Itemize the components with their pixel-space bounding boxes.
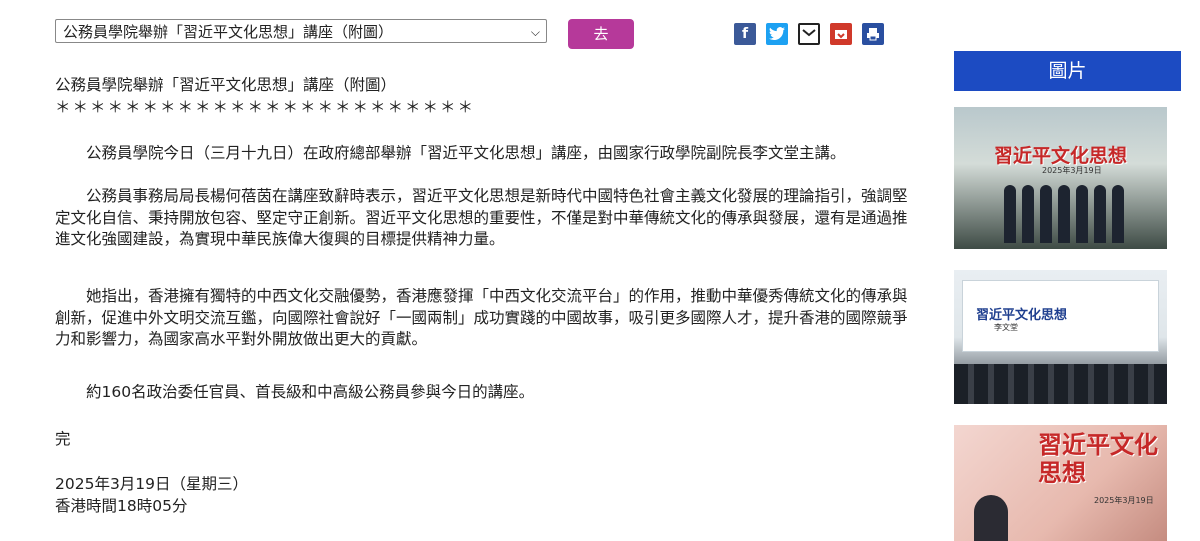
photo-3-speaker <box>974 495 1008 541</box>
top-toolbar: 公務員學院舉辦「習近平文化思想」講座（附圖） ⌵ 去 f <box>55 19 885 51</box>
photo-1-banner-title: 習近平文化思想 <box>994 145 1128 167</box>
chevron-down-icon: ⌵ <box>530 25 540 39</box>
article-body: 公務員學院舉辦「習近平文化思想」講座（附圖） ＊＊＊＊＊＊＊＊＊＊＊＊＊＊＊＊＊… <box>55 75 915 515</box>
release-time: 香港時間18時05分 <box>55 497 188 515</box>
photo-3-banner-date: 2025年3月19日 <box>1094 496 1154 505</box>
paragraph-3: 她指出，香港擁有獨特的中西文化交融優勢，香港應發揮「中西文化交流平台」的作用，推… <box>55 287 908 348</box>
select-value: 公務員學院舉辦「習近平文化思想」講座（附圖） <box>63 23 394 41</box>
photo-thumbnail-3[interactable]: 習近平文化思想 2025年3月19日 <box>954 425 1167 541</box>
end-mark: 完 <box>55 430 71 448</box>
photos-heading: 圖片 <box>954 51 1181 91</box>
photo-thumbnail-1[interactable]: 習近平文化思想 2025年3月19日 <box>954 107 1167 249</box>
facebook-icon[interactable]: f <box>734 23 756 45</box>
article-title: 公務員學院舉辦「習近平文化思想」講座（附圖） <box>55 76 397 94</box>
photo-1-group <box>1004 185 1124 243</box>
go-button[interactable]: 去 <box>568 19 634 49</box>
release-date: 2025年3月19日（星期三） <box>55 475 249 493</box>
share-bar: f <box>734 23 884 47</box>
photo-3-banner-title: 習近平文化思想 <box>1038 430 1158 487</box>
print-icon[interactable] <box>862 23 884 45</box>
photo-1-banner-date: 2025年3月19日 <box>1042 166 1102 175</box>
paragraph-1: 公務員學院今日（三月十九日）在政府總部舉辦「習近平文化思想」講座，由國家行政學院… <box>86 144 846 162</box>
weibo-icon[interactable] <box>830 23 852 45</box>
title-separator: ＊＊＊＊＊＊＊＊＊＊＊＊＊＊＊＊＊＊＊＊＊＊＊＊ <box>55 97 476 116</box>
photo-2-audience <box>954 364 1167 404</box>
press-release-select[interactable]: 公務員學院舉辦「習近平文化思想」講座（附圖） ⌵ <box>55 19 547 43</box>
photo-thumbnail-2[interactable]: 習近平文化思想 李文堂 <box>954 270 1167 404</box>
email-icon[interactable] <box>798 23 820 45</box>
photo-2-screen-title: 習近平文化思想 <box>976 308 1068 323</box>
photo-2-speaker: 李文堂 <box>994 323 1018 332</box>
twitter-icon[interactable] <box>766 23 788 45</box>
paragraph-2: 公務員事務局局長楊何蓓茵在講座致辭時表示，習近平文化思想是新時代中國特色社會主義… <box>55 187 908 248</box>
paragraph-4: 約160名政治委任官員、首長級和中高級公務員參與今日的講座。 <box>86 383 535 401</box>
